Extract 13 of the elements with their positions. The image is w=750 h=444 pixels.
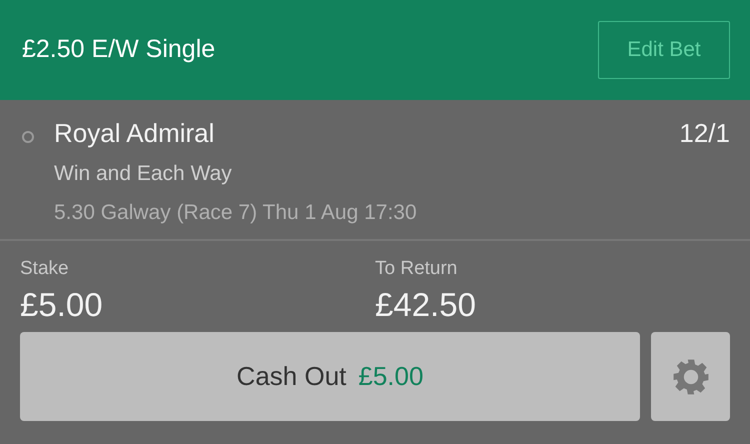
- settings-icon: [672, 358, 710, 396]
- cash-out-button[interactable]: Cash Out £5.00: [20, 332, 640, 422]
- bet-title: £2.50 E/W Single: [22, 34, 216, 66]
- summary-label: Stake: [20, 258, 69, 279]
- status-circle-icon: [22, 131, 34, 143]
- event-details: 5.30 Galway (Race 7) Thu 1 Aug 17:30: [54, 200, 417, 226]
- market-type: Win and Each Way: [54, 161, 232, 188]
- selection-name: Royal Admiral: [54, 118, 214, 150]
- summary-label: To Return: [375, 258, 458, 279]
- settings-button[interactable]: [651, 332, 730, 422]
- summary-value: £42.50: [375, 286, 476, 322]
- odds: 12/1: [679, 118, 730, 150]
- summary-value: £5.00: [20, 286, 103, 322]
